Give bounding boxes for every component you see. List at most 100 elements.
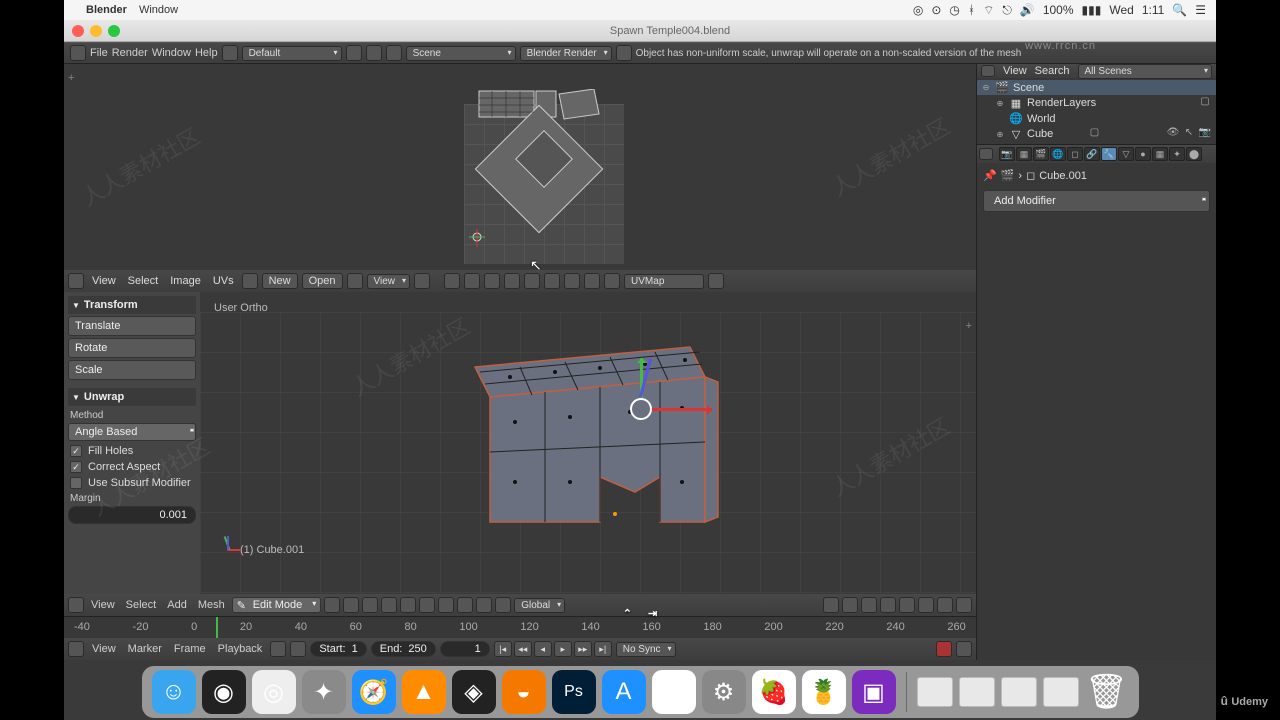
outliner-world-row[interactable]: 🌐 World bbox=[977, 111, 1216, 126]
keyframe-next-button[interactable]: ▸▸ bbox=[574, 641, 592, 657]
uv-menu-image[interactable]: Image bbox=[170, 275, 201, 287]
outliner-scene-row[interactable]: ⊖🎬 Scene bbox=[977, 80, 1216, 95]
editor-type-icon[interactable] bbox=[70, 45, 86, 61]
tab-object-icon[interactable]: ◻ bbox=[1067, 147, 1083, 161]
start-frame-field[interactable]: Start:1 bbox=[310, 641, 366, 657]
tab-physics-icon[interactable]: ⬤ bbox=[1186, 147, 1202, 161]
toggle-icon[interactable]: ⎋ bbox=[1002, 3, 1012, 18]
uv-new-button[interactable]: New bbox=[262, 273, 298, 289]
menu-render[interactable]: Render bbox=[112, 47, 148, 59]
uv-menu-select[interactable]: Select bbox=[128, 275, 159, 287]
viewport-collapse-icon[interactable]: + bbox=[966, 320, 972, 332]
pin-icon[interactable]: 📌 bbox=[983, 169, 997, 182]
layers-icon[interactable] bbox=[823, 597, 839, 613]
tab-world-icon[interactable]: 🌐 bbox=[1050, 147, 1066, 161]
uv-pin-icon[interactable] bbox=[347, 273, 363, 289]
scene-browse-icon[interactable] bbox=[386, 45, 402, 61]
screen-layout-dropdown[interactable]: Default bbox=[242, 46, 342, 61]
selmode-vert-icon[interactable] bbox=[381, 597, 397, 613]
uv-collapse-icon[interactable]: + bbox=[68, 72, 74, 84]
occlude-icon[interactable] bbox=[899, 597, 915, 613]
rec-icon[interactable]: ⊙ bbox=[931, 3, 941, 17]
bluetooth-icon[interactable]: ᚼ bbox=[968, 3, 975, 17]
3d-viewport[interactable]: User Ortho bbox=[200, 292, 976, 594]
opengl-anim-icon[interactable] bbox=[956, 597, 972, 613]
transform-panel-header[interactable]: Transform bbox=[68, 296, 196, 314]
bc-object-icon[interactable]: ◻ bbox=[1026, 169, 1035, 182]
3dview-menu-select[interactable]: Select bbox=[126, 599, 157, 611]
limit-sel-icon[interactable] bbox=[438, 597, 454, 613]
translate-button[interactable]: Translate bbox=[68, 316, 196, 336]
rotate-button[interactable]: Rotate bbox=[68, 338, 196, 358]
props-editor-type-icon[interactable] bbox=[979, 148, 993, 160]
uv-selmode-face-icon[interactable] bbox=[504, 273, 520, 289]
timeline[interactable]: -40-200 204060 80100120 140160180 200220… bbox=[64, 616, 976, 638]
uv-proportional-icon[interactable] bbox=[584, 273, 600, 289]
fill-holes-checkbox[interactable]: ✓Fill Holes bbox=[70, 445, 194, 457]
selmode-face-icon[interactable] bbox=[419, 597, 435, 613]
tab-renderlayer-icon[interactable]: ▦ bbox=[1016, 147, 1032, 161]
minimize-window-button[interactable] bbox=[90, 25, 102, 37]
wifi-icon[interactable]: ⌔ bbox=[983, 3, 994, 18]
outliner-cube-row[interactable]: ⊕▽ Cube ▢ 👁↖📷 bbox=[977, 126, 1216, 142]
tab-constraint-icon[interactable]: 🔗 bbox=[1084, 147, 1100, 161]
use-subsurf-checkbox[interactable]: Use Subsurf Modifier bbox=[70, 477, 194, 489]
uv-lock-icon[interactable] bbox=[708, 273, 724, 289]
3dview-menu-mesh[interactable]: Mesh bbox=[198, 599, 225, 611]
autokey-button[interactable] bbox=[936, 641, 952, 657]
uv-map-name[interactable]: UVMap bbox=[624, 274, 704, 289]
tab-data-icon[interactable]: ▽ bbox=[1118, 147, 1134, 161]
play-reverse-button[interactable]: ◂ bbox=[534, 641, 552, 657]
uv-view-dropdown[interactable]: View bbox=[367, 274, 411, 289]
proportional-icon[interactable] bbox=[880, 597, 896, 613]
tl-menu-view[interactable]: View bbox=[92, 643, 116, 655]
outliner-view[interactable]: View bbox=[1003, 65, 1027, 77]
3dview-menu-add[interactable]: Add bbox=[167, 599, 187, 611]
uv-pivot-icon[interactable] bbox=[414, 273, 430, 289]
tl-lock-icon[interactable] bbox=[290, 641, 306, 657]
app-name[interactable]: Blender bbox=[86, 4, 127, 16]
uv-open-button[interactable]: Open bbox=[302, 273, 343, 289]
gizmo-scale-icon[interactable] bbox=[495, 597, 511, 613]
scene-dropdown[interactable]: Scene bbox=[406, 46, 516, 61]
tl-range-icon[interactable] bbox=[270, 641, 286, 657]
jump-start-button[interactable]: |◂ bbox=[494, 641, 512, 657]
menu-file[interactable]: File bbox=[90, 47, 108, 59]
menu-help[interactable]: Help bbox=[195, 47, 218, 59]
method-dropdown[interactable]: Angle Based bbox=[68, 423, 196, 441]
orientation-dropdown[interactable]: Global bbox=[514, 598, 565, 613]
mode-dropdown[interactable]: Edit Mode bbox=[232, 597, 322, 613]
snap-type-icon[interactable] bbox=[861, 597, 877, 613]
uv-editor-type-icon[interactable] bbox=[68, 273, 84, 289]
tab-particle-icon[interactable]: ✦ bbox=[1169, 147, 1185, 161]
uv-image-browse-icon[interactable] bbox=[242, 273, 258, 289]
uv-snap-icon[interactable] bbox=[564, 273, 580, 289]
tl-menu-playback[interactable]: Playback bbox=[218, 643, 263, 655]
manipulator-icon[interactable] bbox=[362, 597, 378, 613]
screen-browse-icon[interactable] bbox=[222, 45, 238, 61]
spotlight-icon[interactable]: 🔍 bbox=[1172, 3, 1187, 17]
uv-selmode-edge-icon[interactable] bbox=[484, 273, 500, 289]
tab-texture-icon[interactable]: ▦ bbox=[1152, 147, 1168, 161]
close-window-button[interactable] bbox=[72, 25, 84, 37]
shading-icon[interactable] bbox=[324, 597, 340, 613]
tl-menu-frame[interactable]: Frame bbox=[174, 643, 206, 655]
selmode-edge-icon[interactable] bbox=[400, 597, 416, 613]
outliner-filter-dropdown[interactable]: All Scenes bbox=[1078, 64, 1212, 79]
jump-end-button[interactable]: ▸| bbox=[594, 641, 612, 657]
menu-window[interactable]: Window bbox=[152, 47, 191, 59]
play-button[interactable]: ▸ bbox=[554, 641, 572, 657]
uv-sync-icon[interactable] bbox=[444, 273, 460, 289]
cc-icon[interactable]: ◎ bbox=[913, 3, 923, 17]
uv-image-editor[interactable]: + bbox=[64, 64, 976, 270]
screen-del-icon[interactable] bbox=[366, 45, 382, 61]
render-engine-dropdown[interactable]: Blender Render bbox=[520, 46, 612, 61]
uv-menu-uvs[interactable]: UVs bbox=[213, 275, 234, 287]
3dview-menu-view[interactable]: View bbox=[91, 599, 115, 611]
current-frame-field[interactable]: 1 bbox=[440, 641, 490, 657]
uv-sticky-icon[interactable] bbox=[544, 273, 560, 289]
sync-dropdown[interactable]: No Sync bbox=[616, 642, 676, 657]
gizmo-rotate-icon[interactable] bbox=[476, 597, 492, 613]
screen-add-icon[interactable] bbox=[346, 45, 362, 61]
timeline-editor-type-icon[interactable] bbox=[68, 641, 84, 657]
